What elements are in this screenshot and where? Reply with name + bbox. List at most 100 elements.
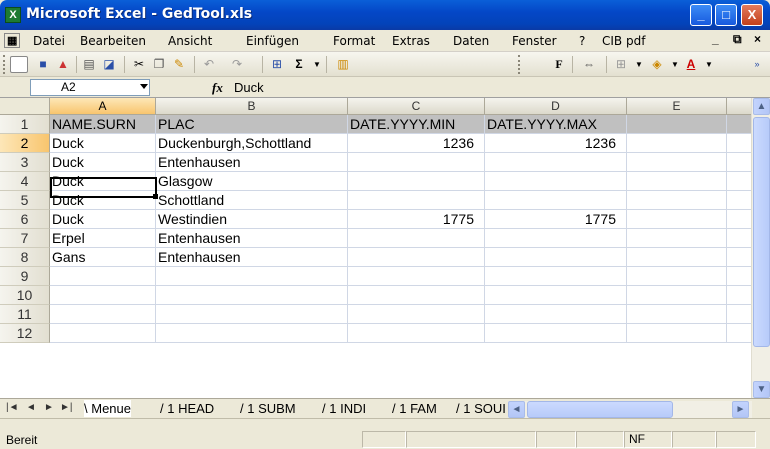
table-cell[interactable] xyxy=(727,134,751,153)
table-cell[interactable] xyxy=(627,324,727,343)
table-cell[interactable] xyxy=(50,305,156,324)
table-cell[interactable] xyxy=(348,248,485,267)
print-preview-icon[interactable]: ◪ xyxy=(100,56,118,73)
row-header[interactable]: 4 xyxy=(0,172,50,191)
table-cell[interactable]: 1775 xyxy=(348,210,485,229)
table-cell[interactable] xyxy=(627,248,727,267)
table-cell[interactable] xyxy=(627,191,727,210)
column-header-a[interactable]: A xyxy=(50,98,156,115)
column-header-d[interactable]: D xyxy=(485,98,627,115)
table-cell[interactable] xyxy=(727,229,751,248)
name-box-dropdown-icon[interactable] xyxy=(140,84,148,89)
table-cell[interactable]: Duck xyxy=(50,153,156,172)
font-color-icon[interactable]: A xyxy=(682,56,700,73)
column-header-c[interactable]: C xyxy=(348,98,485,115)
table-cell[interactable] xyxy=(727,286,751,305)
table-cell[interactable]: Glasgow xyxy=(156,172,348,191)
insert-function-icon[interactable]: fx xyxy=(212,80,223,96)
table-cell[interactable] xyxy=(50,286,156,305)
table-cell[interactable] xyxy=(727,267,751,286)
menu-format[interactable]: Format xyxy=(333,34,375,48)
column-header-f[interactable] xyxy=(727,98,751,115)
table-cell[interactable] xyxy=(348,153,485,172)
horizontal-scrollbar[interactable]: ◄ ► xyxy=(508,401,752,418)
chart-wizard-icon[interactable]: ▥ xyxy=(334,56,352,73)
table-cell[interactable]: Westindien xyxy=(156,210,348,229)
table-cell[interactable]: Duck xyxy=(50,134,156,153)
table-cell[interactable] xyxy=(627,134,727,153)
row-header[interactable]: 6 xyxy=(0,210,50,229)
column-header-e[interactable]: E xyxy=(627,98,727,115)
sheet-tab-1-head[interactable]: / 1 HEAD xyxy=(160,400,214,417)
table-cell[interactable] xyxy=(485,305,627,324)
toolbar-grip[interactable] xyxy=(3,55,6,74)
row-header[interactable]: 2 xyxy=(0,134,50,153)
table-cell[interactable]: Entenhausen xyxy=(156,229,348,248)
table-cell[interactable] xyxy=(627,267,727,286)
table-cell[interactable] xyxy=(348,267,485,286)
sheet-tab-1-fam[interactable]: / 1 FAM xyxy=(392,400,437,417)
table-cell[interactable] xyxy=(627,210,727,229)
menu-einfuegen[interactable]: Einfügen xyxy=(246,34,299,48)
table-cell[interactable] xyxy=(348,324,485,343)
table-cell[interactable] xyxy=(727,248,751,267)
doc-restore-button[interactable]: ⧉ xyxy=(733,32,742,47)
table-cell[interactable] xyxy=(727,324,751,343)
table-cell[interactable] xyxy=(485,248,627,267)
borders-dropdown-icon[interactable]: ▼ xyxy=(630,56,648,73)
spreadsheet-grid[interactable]: A B C D E 1 NAME.SURN PLAC DATE.YYYY.MIN DAT… xyxy=(0,98,751,398)
scroll-down-icon[interactable]: ▼ xyxy=(753,381,770,398)
cut-icon[interactable]: ✂ xyxy=(130,56,148,73)
menu-bearbeiten[interactable]: Bearbeiten xyxy=(80,34,146,48)
table-cell[interactable] xyxy=(727,210,751,229)
row-header[interactable]: 10 xyxy=(0,286,50,305)
table-cell[interactable] xyxy=(727,305,751,324)
vertical-scroll-thumb[interactable] xyxy=(753,117,770,347)
table-cell[interactable] xyxy=(727,153,751,172)
format-painter-icon[interactable]: ✎ xyxy=(170,56,188,73)
table-cell[interactable]: Erpel xyxy=(50,229,156,248)
table-cell[interactable] xyxy=(485,172,627,191)
bold-icon[interactable]: F xyxy=(550,56,568,73)
header-cell[interactable]: PLAC xyxy=(156,115,348,134)
table-cell[interactable] xyxy=(156,305,348,324)
header-cell[interactable] xyxy=(727,115,751,134)
table-cell[interactable] xyxy=(156,267,348,286)
row-header[interactable]: 3 xyxy=(0,153,50,172)
header-cell[interactable]: DATE.YYYY.MIN xyxy=(348,115,485,134)
table-cell[interactable]: Entenhausen xyxy=(156,153,348,172)
row-header[interactable]: 9 xyxy=(0,267,50,286)
header-cell[interactable]: NAME.SURN xyxy=(50,115,156,134)
table-cell[interactable]: Entenhausen xyxy=(156,248,348,267)
table-cell[interactable]: 1775 xyxy=(485,210,627,229)
borders-icon[interactable]: ⊞ xyxy=(612,56,630,73)
table-cell[interactable] xyxy=(348,286,485,305)
row-header[interactable]: 1 xyxy=(0,115,50,134)
table-cell[interactable] xyxy=(485,191,627,210)
copy-icon[interactable]: ❐ xyxy=(150,56,168,73)
menu-datei[interactable]: Datei xyxy=(33,34,65,48)
table-cell[interactable] xyxy=(156,286,348,305)
table-cell[interactable] xyxy=(348,305,485,324)
last-sheet-icon[interactable]: ►| xyxy=(60,402,73,413)
table-cell[interactable] xyxy=(50,324,156,343)
table-cell[interactable] xyxy=(627,229,727,248)
scroll-up-icon[interactable]: ▲ xyxy=(753,98,770,115)
fill-color-icon[interactable]: ◈ xyxy=(648,56,666,73)
undo-icon[interactable]: ↶ xyxy=(200,56,218,73)
hyperlink-icon[interactable]: ⊞ xyxy=(268,56,286,73)
table-cell[interactable]: Schottland xyxy=(156,191,348,210)
menu-cib-pdf[interactable]: CIB pdf xyxy=(602,34,645,48)
first-sheet-icon[interactable]: |◄ xyxy=(6,402,19,413)
table-cell[interactable] xyxy=(348,172,485,191)
sheet-tab-1-soui[interactable]: / 1 SOUI xyxy=(456,400,508,417)
print-icon[interactable]: ▤ xyxy=(80,56,98,73)
table-cell[interactable]: Gans xyxy=(50,248,156,267)
table-cell[interactable]: Duck xyxy=(50,210,156,229)
excel-app-icon[interactable]: X xyxy=(5,7,21,23)
row-header[interactable]: 12 xyxy=(0,324,50,343)
sheet-tab-1-subm[interactable]: / 1 SUBM xyxy=(240,400,296,417)
name-box[interactable]: A2 xyxy=(30,79,150,96)
vertical-scrollbar[interactable]: ▲ ▼ xyxy=(751,98,770,398)
table-cell[interactable] xyxy=(627,286,727,305)
